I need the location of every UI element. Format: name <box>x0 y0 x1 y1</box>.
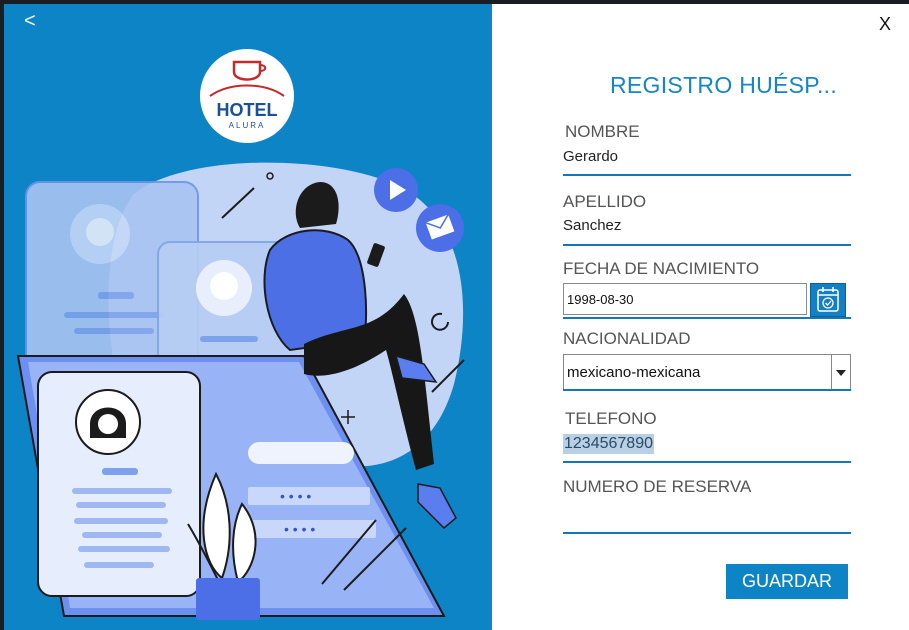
profile-card-front <box>37 371 201 597</box>
fecha-nacimiento-label: FECHA DE NACIMIENTO <box>563 259 760 278</box>
svg-text:• • • •: • • • • <box>280 488 311 504</box>
svg-text:ALURA: ALURA <box>229 121 266 130</box>
telefono-label: TELEFONO <box>565 409 657 428</box>
apellido-label: APELLIDO <box>563 192 647 211</box>
reserva-underline <box>563 532 851 534</box>
registro-huesped-window: < HOTEL ALURA • • • • • • • • X REGISTRO… <box>4 4 909 630</box>
nacionalidad-select[interactable]: mexicano-mexicana <box>563 354 851 390</box>
illustration-panel: < HOTEL ALURA • • • • • • • • <box>4 4 492 630</box>
play-icon <box>374 168 418 212</box>
svg-text:• • • •: • • • • <box>284 521 315 537</box>
hotel-illustration: HOTEL ALURA • • • • • • • • <box>16 49 465 620</box>
calendar-icon <box>817 287 839 312</box>
close-button[interactable]: X <box>879 14 891 35</box>
chevron-down-icon[interactable] <box>831 355 850 389</box>
form-title: REGISTRO HUÉSP... <box>610 72 838 98</box>
calendar-button[interactable] <box>810 283 846 317</box>
numero-reserva-field[interactable] <box>563 506 851 526</box>
nacionalidad-selected-value: mexicano-mexicana <box>567 364 701 381</box>
nacionalidad-label: NACIONALIDAD <box>563 329 691 348</box>
fecha-underline <box>563 317 851 319</box>
apellido-underline <box>563 244 851 246</box>
apellido-field[interactable]: Sanchez <box>563 217 621 234</box>
fecha-nacimiento-field[interactable]: 1998-08-30 <box>563 283 807 315</box>
nacionalidad-underline <box>563 389 851 391</box>
telefono-underline <box>563 461 851 463</box>
svg-text:HOTEL: HOTEL <box>217 100 278 120</box>
numero-reserva-label: NUMERO DE RESERVA <box>563 477 752 496</box>
mail-icon <box>416 204 464 252</box>
nombre-label: NOMBRE <box>565 122 640 141</box>
telefono-field[interactable]: 1234567890 <box>563 434 654 454</box>
nombre-field[interactable]: Gerardo <box>563 148 618 165</box>
guardar-button[interactable]: GUARDAR <box>726 564 848 599</box>
hotel-alura-logo: HOTEL ALURA <box>200 49 294 143</box>
nombre-underline <box>563 174 851 176</box>
